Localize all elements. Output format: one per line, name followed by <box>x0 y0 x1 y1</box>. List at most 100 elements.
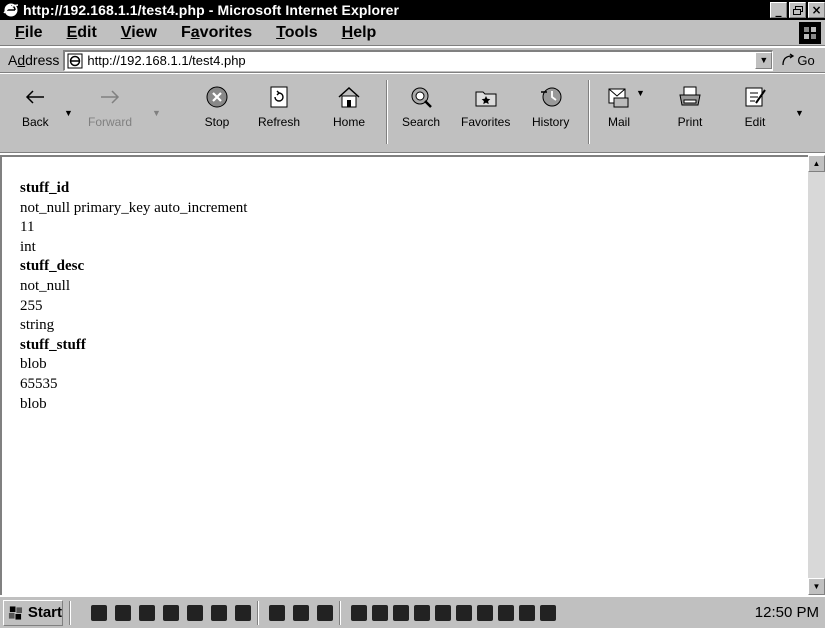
tray-icon-3[interactable] <box>393 604 409 621</box>
windows-flag-icon <box>8 605 23 620</box>
clock[interactable]: 12:50 PM <box>755 604 819 621</box>
quick-launch <box>91 604 251 621</box>
home-button[interactable]: Home <box>333 84 365 148</box>
menu-bar: File Edit View Favorites Tools Help <box>0 20 825 46</box>
taskbar-divider <box>339 600 341 625</box>
print-button[interactable]: Print <box>677 84 703 148</box>
edit-icon <box>745 87 766 107</box>
title-bar: http://192.168.1.1/test4.php - Microsoft… <box>0 0 825 20</box>
field-name: stuff_id <box>20 180 70 196</box>
stop-icon <box>206 86 228 108</box>
go-button[interactable]: Go <box>781 52 815 68</box>
field-property: string <box>20 317 55 334</box>
page-icon <box>67 53 83 69</box>
close-button[interactable]: × <box>808 2 825 18</box>
tray-icon-2[interactable] <box>372 604 388 621</box>
back-dropdown-icon[interactable]: ▼ <box>64 108 73 118</box>
field-property: 65535 <box>20 375 58 392</box>
window-title: http://192.168.1.1/test4.php - Microsoft… <box>23 2 400 18</box>
scroll-down-button[interactable]: ▼ <box>808 578 825 595</box>
mail-icon <box>608 88 629 108</box>
mail-dropdown-icon[interactable]: ▼ <box>636 88 645 98</box>
field-name: stuff_stuff <box>20 336 86 353</box>
explorer-task-icon[interactable] <box>293 604 309 621</box>
page-text: stuff_id not_null primary_key auto_increm… <box>2 157 808 414</box>
field-property: blob <box>20 395 47 412</box>
menu-favorites[interactable]: Favorites <box>178 24 255 42</box>
address-input[interactable]: http://192.168.1.1/test4.php ▼ <box>63 49 774 71</box>
taskbar-divider <box>257 600 259 625</box>
taskbar-divider <box>69 600 71 625</box>
address-dropdown-button[interactable]: ▼ <box>755 51 773 69</box>
taskbar-buttons <box>269 604 333 621</box>
refresh-button[interactable]: Refresh <box>258 84 300 148</box>
edit-dropdown-icon[interactable]: ▼ <box>795 108 804 118</box>
tray-icon-10[interactable] <box>540 604 556 621</box>
edit-button[interactable]: Edit <box>742 84 768 148</box>
taskbar: Start 12:50 PM <box>0 596 825 628</box>
favorites-button[interactable]: Favorites <box>461 84 510 148</box>
search-button[interactable]: Search <box>402 84 440 148</box>
desktop-launch-icon[interactable] <box>163 604 179 621</box>
tray-icon-4[interactable] <box>414 604 430 621</box>
stop-button[interactable]: Stop <box>204 84 230 148</box>
field-name: stuff_desc <box>20 258 85 275</box>
field-property: blob <box>20 356 47 373</box>
mail-button[interactable]: Mail <box>606 84 632 148</box>
forward-button[interactable]: Forward <box>88 84 132 148</box>
history-button[interactable]: History <box>532 84 569 148</box>
refresh-icon <box>270 86 288 108</box>
windows-logo-icon <box>799 22 821 44</box>
menu-help[interactable]: Help <box>339 24 380 42</box>
address-url[interactable]: http://192.168.1.1/test4.php <box>87 53 245 68</box>
back-button[interactable]: Back <box>22 84 49 148</box>
minimize-button[interactable]: _ <box>770 2 787 18</box>
menu-edit[interactable]: Edit <box>64 24 100 42</box>
tray-icon-9[interactable] <box>519 604 535 621</box>
menu-file[interactable]: File <box>12 24 46 42</box>
menu-tools[interactable]: Tools <box>273 24 320 42</box>
tray-icon-6[interactable] <box>456 604 472 621</box>
utility-launch-icon[interactable] <box>235 604 251 621</box>
address-label: Address <box>8 52 60 68</box>
forward-arrow-icon <box>101 90 120 104</box>
scroll-up-button[interactable]: ▲ <box>808 155 825 172</box>
channels-launch-icon[interactable] <box>139 604 155 621</box>
ie-task-icon[interactable] <box>317 604 333 621</box>
app-launch-icon[interactable] <box>187 604 203 621</box>
standard-toolbar: Back ▼ Forward ▼ Stop Refresh Home Searc… <box>0 73 825 153</box>
tray-icon-1[interactable] <box>351 604 367 621</box>
outlook-launch-icon[interactable] <box>115 604 131 621</box>
go-arrow-icon <box>782 53 795 66</box>
restore-icon <box>792 5 803 15</box>
printer-icon <box>679 86 701 106</box>
ie-launch-icon[interactable] <box>91 604 107 621</box>
system-tray <box>351 604 556 621</box>
tray-icon-5[interactable] <box>435 604 451 621</box>
ie-icon <box>3 2 19 18</box>
field-property: int <box>20 238 36 255</box>
page-content: stuff_id not_null primary_key auto_increm… <box>0 155 808 595</box>
menu-view[interactable]: View <box>118 24 160 42</box>
back-arrow-icon <box>26 90 45 104</box>
notepad-launch-icon[interactable] <box>211 604 227 621</box>
start-button[interactable]: Start <box>3 599 63 626</box>
address-bar: Address http://192.168.1.1/test4.php ▼ G… <box>0 47 825 73</box>
field-property: 11 <box>20 219 35 236</box>
toolbar-separator <box>588 80 590 144</box>
favorites-folder-icon <box>475 91 497 107</box>
go-label: Go <box>797 52 815 68</box>
home-icon <box>338 86 360 108</box>
tray-icon-8[interactable] <box>498 604 514 621</box>
toolbar-separator <box>386 80 388 144</box>
field-property: not_null primary_key auto_increment <box>20 199 248 216</box>
vertical-scrollbar[interactable]: ▲ ▼ <box>808 155 825 595</box>
word-task-icon[interactable] <box>269 604 285 621</box>
field-property: not_null <box>20 277 71 294</box>
forward-dropdown-icon[interactable]: ▼ <box>152 108 161 118</box>
maximize-button[interactable] <box>789 2 806 18</box>
history-icon <box>540 87 562 107</box>
search-globe-icon <box>411 87 432 108</box>
tray-icon-7[interactable] <box>477 604 493 621</box>
field-property: 255 <box>20 297 43 314</box>
